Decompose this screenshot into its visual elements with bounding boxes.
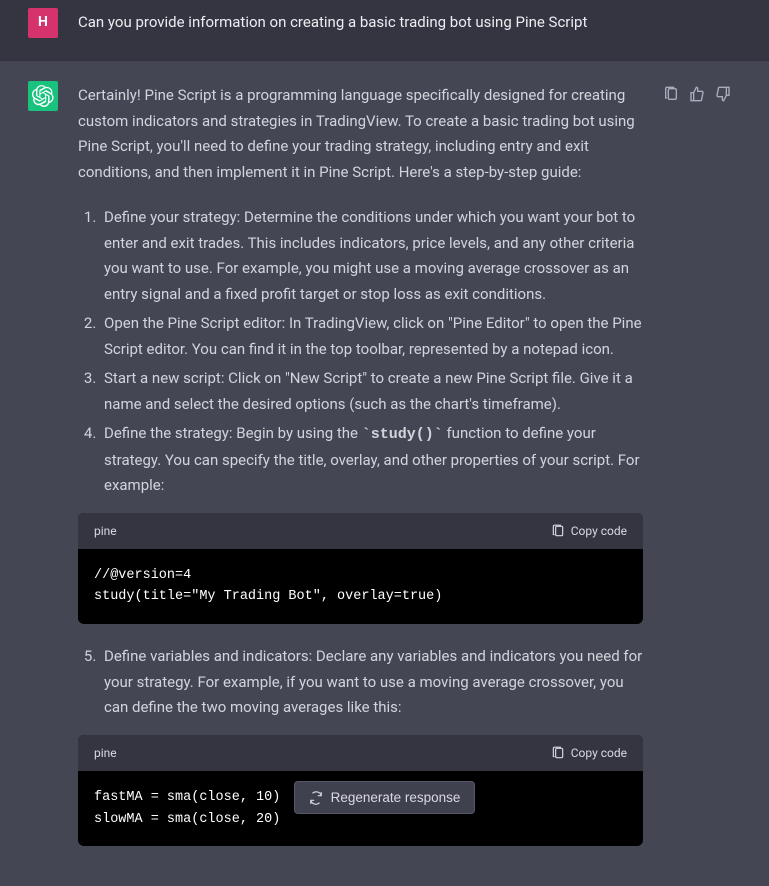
steps-list: Define your strategy: Determine the cond… (78, 205, 643, 499)
openai-logo-icon (32, 85, 54, 107)
assistant-message-row: Certainly! Pine Script is a programming … (0, 61, 769, 886)
code-header: pine Copy code (78, 735, 643, 771)
step-item: Open the Pine Script editor: In TradingV… (100, 311, 643, 362)
thumbs-down-button[interactable] (715, 85, 731, 101)
thumbs-up-button[interactable] (689, 85, 705, 101)
refresh-icon (309, 791, 323, 805)
regenerate-button[interactable]: Regenerate response (294, 781, 476, 814)
clipboard-icon (551, 746, 565, 760)
code-block: pine Copy code //@version=4 study(title=… (78, 513, 643, 625)
clipboard-icon (551, 524, 565, 538)
step-item: Define your strategy: Determine the cond… (100, 205, 643, 307)
user-message-text: Can you provide information on creating … (78, 8, 731, 38)
copy-code-button[interactable]: Copy code (551, 521, 627, 541)
thumbs-down-icon (715, 86, 731, 102)
copy-code-button[interactable]: Copy code (551, 743, 627, 763)
message-actions (663, 81, 731, 866)
inline-code: `study()` (362, 426, 443, 443)
user-avatar: H (28, 8, 58, 38)
code-lang-label: pine (94, 743, 117, 763)
intro-paragraph: Certainly! Pine Script is a programming … (78, 83, 643, 185)
copy-message-button[interactable] (663, 85, 679, 101)
steps-list-continued: Define variables and indicators: Declare… (78, 644, 643, 721)
assistant-avatar (28, 81, 58, 111)
user-message-row: H Can you provide information on creatin… (0, 0, 769, 61)
step-item: Start a new script: Click on "New Script… (100, 366, 643, 417)
step-item: Define variables and indicators: Declare… (100, 644, 643, 721)
step-item: Define the strategy: Begin by using the … (100, 421, 643, 499)
code-header: pine Copy code (78, 513, 643, 549)
code-lang-label: pine (94, 521, 117, 541)
code-content: //@version=4 study(title="My Trading Bot… (78, 549, 643, 624)
clipboard-icon (663, 86, 679, 102)
assistant-message-content: Certainly! Pine Script is a programming … (78, 81, 643, 866)
thumbs-up-icon (689, 86, 705, 102)
